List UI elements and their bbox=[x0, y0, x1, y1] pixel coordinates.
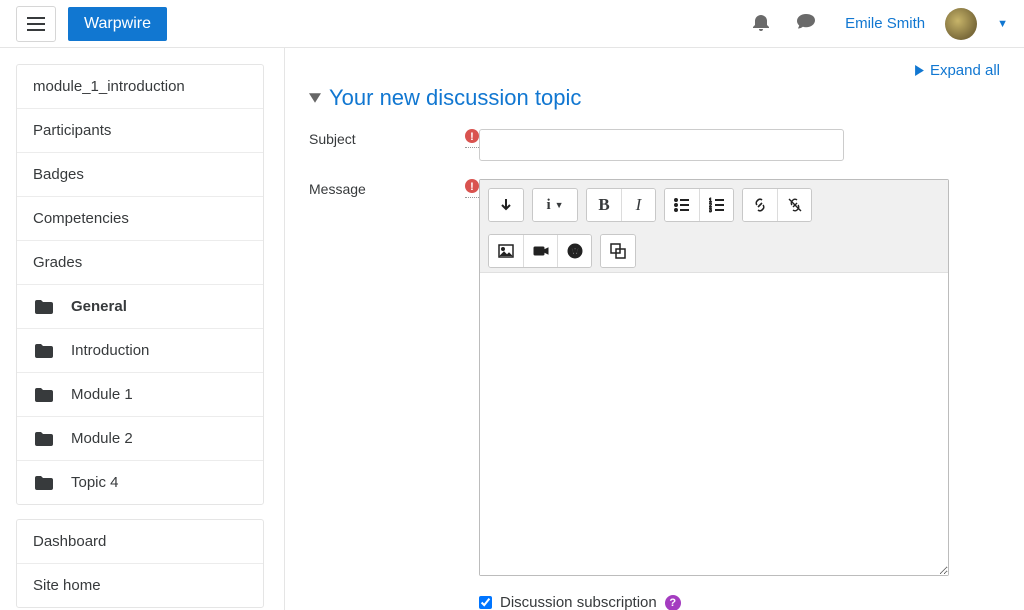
sidebar-item-module-2[interactable]: Module 2 bbox=[17, 417, 263, 461]
svg-text:3: 3 bbox=[709, 208, 712, 213]
toolbar-italic-button[interactable]: I bbox=[621, 189, 655, 221]
nav-label: Participants bbox=[33, 122, 111, 139]
sidebar-item-module-1[interactable]: Module 1 bbox=[17, 373, 263, 417]
nav-label: Module 2 bbox=[71, 430, 133, 447]
bullet-list-icon bbox=[674, 197, 690, 213]
notifications-icon[interactable] bbox=[753, 13, 769, 34]
editor-toolbar: i▼ B I 123 bbox=[480, 180, 948, 273]
section-toggle[interactable]: Your new discussion topic bbox=[309, 85, 1000, 111]
brand-button[interactable]: Warpwire bbox=[68, 7, 167, 41]
sidebar-item-topic-4[interactable]: Topic 4 bbox=[17, 461, 263, 504]
warpwire-icon: W bbox=[567, 243, 583, 259]
nav-label: Competencies bbox=[33, 210, 129, 227]
course-nav-panel: module_1_introduction Participants Badge… bbox=[16, 64, 264, 505]
sidebar-item-dashboard[interactable]: Dashboard bbox=[17, 520, 263, 564]
chevron-down-icon bbox=[309, 92, 321, 104]
required-icon: ! bbox=[465, 129, 479, 143]
image-icon bbox=[498, 243, 514, 259]
toolbar-image-button[interactable] bbox=[489, 235, 523, 267]
nav-label: Topic 4 bbox=[71, 474, 119, 491]
site-nav-panel: Dashboard Site home bbox=[16, 519, 264, 608]
folder-icon bbox=[35, 388, 53, 402]
svg-text:!: ! bbox=[470, 181, 474, 193]
toolbar-bullet-list-button[interactable] bbox=[665, 189, 699, 221]
message-textarea[interactable] bbox=[480, 273, 948, 575]
toolbar-video-button[interactable] bbox=[523, 235, 557, 267]
sidebar-item-general[interactable]: General bbox=[17, 285, 263, 329]
message-label: Message bbox=[309, 181, 465, 197]
nav-label: General bbox=[71, 298, 127, 315]
expand-all-label: Expand all bbox=[930, 62, 1000, 79]
sidebar-item-introduction[interactable]: Introduction bbox=[17, 329, 263, 373]
nav-label: Grades bbox=[33, 254, 82, 271]
required-icon: ! bbox=[465, 179, 479, 193]
discussion-subscription-label: Discussion subscription bbox=[500, 594, 657, 610]
embed-icon bbox=[610, 243, 626, 259]
toolbar-paragraph-dropdown[interactable]: i▼ bbox=[533, 189, 577, 221]
info-icon: i bbox=[546, 197, 550, 214]
folder-icon bbox=[35, 432, 53, 446]
nav-label: module_1_introduction bbox=[33, 78, 185, 95]
link-icon bbox=[752, 197, 768, 213]
sidebar-item-participants[interactable]: Participants bbox=[17, 109, 263, 153]
nav-label: Site home bbox=[33, 577, 101, 594]
sidebar-item-module-intro[interactable]: module_1_introduction bbox=[17, 65, 263, 109]
folder-icon bbox=[35, 300, 53, 314]
toolbar-embed-button[interactable] bbox=[601, 235, 635, 267]
nav-label: Badges bbox=[33, 166, 84, 183]
svg-text:W: W bbox=[571, 247, 579, 256]
sidebar: module_1_introduction Participants Badge… bbox=[0, 48, 280, 610]
unlink-icon bbox=[787, 197, 803, 213]
caret-down-icon: ▼ bbox=[555, 200, 564, 210]
menu-icon bbox=[27, 17, 45, 31]
toolbar-warpwire-button[interactable]: W bbox=[557, 235, 591, 267]
help-icon[interactable]: ? bbox=[665, 595, 681, 610]
user-name-link[interactable]: Emile Smith bbox=[845, 15, 925, 32]
toolbar-number-list-button[interactable]: 123 bbox=[699, 189, 733, 221]
sidebar-item-grades[interactable]: Grades bbox=[17, 241, 263, 285]
expand-all-link[interactable]: Expand all bbox=[915, 62, 1000, 79]
sidebar-item-badges[interactable]: Badges bbox=[17, 153, 263, 197]
chevron-right-icon bbox=[915, 65, 924, 76]
avatar[interactable] bbox=[945, 8, 977, 40]
message-editor: i▼ B I 123 bbox=[479, 179, 949, 576]
folder-icon bbox=[35, 344, 53, 358]
folder-icon bbox=[35, 476, 53, 490]
nav-label: Module 1 bbox=[71, 386, 133, 403]
bold-icon: B bbox=[598, 195, 609, 215]
sidebar-item-site-home[interactable]: Site home bbox=[17, 564, 263, 607]
toolbar-link-button[interactable] bbox=[743, 189, 777, 221]
main-content: Expand all Your new discussion topic Sub… bbox=[285, 48, 1024, 610]
arrow-down-icon bbox=[498, 197, 514, 213]
messages-icon[interactable] bbox=[797, 14, 815, 33]
nav-label: Introduction bbox=[71, 342, 149, 359]
toolbar-bold-button[interactable]: B bbox=[587, 189, 621, 221]
italic-icon: I bbox=[636, 195, 642, 215]
nav-label: Dashboard bbox=[33, 533, 106, 550]
discussion-subscription-checkbox[interactable] bbox=[479, 596, 492, 609]
svg-text:!: ! bbox=[470, 131, 474, 143]
user-menu-caret[interactable]: ▼ bbox=[997, 18, 1008, 30]
toolbar-unlink-button[interactable] bbox=[777, 189, 811, 221]
number-list-icon: 123 bbox=[709, 197, 725, 213]
sidebar-item-competencies[interactable]: Competencies bbox=[17, 197, 263, 241]
hamburger-button[interactable] bbox=[16, 6, 56, 42]
section-title: Your new discussion topic bbox=[329, 85, 581, 111]
toolbar-expand-button[interactable] bbox=[489, 189, 523, 221]
subject-input[interactable] bbox=[479, 129, 844, 161]
subject-label: Subject bbox=[309, 131, 465, 147]
video-icon bbox=[533, 243, 549, 259]
